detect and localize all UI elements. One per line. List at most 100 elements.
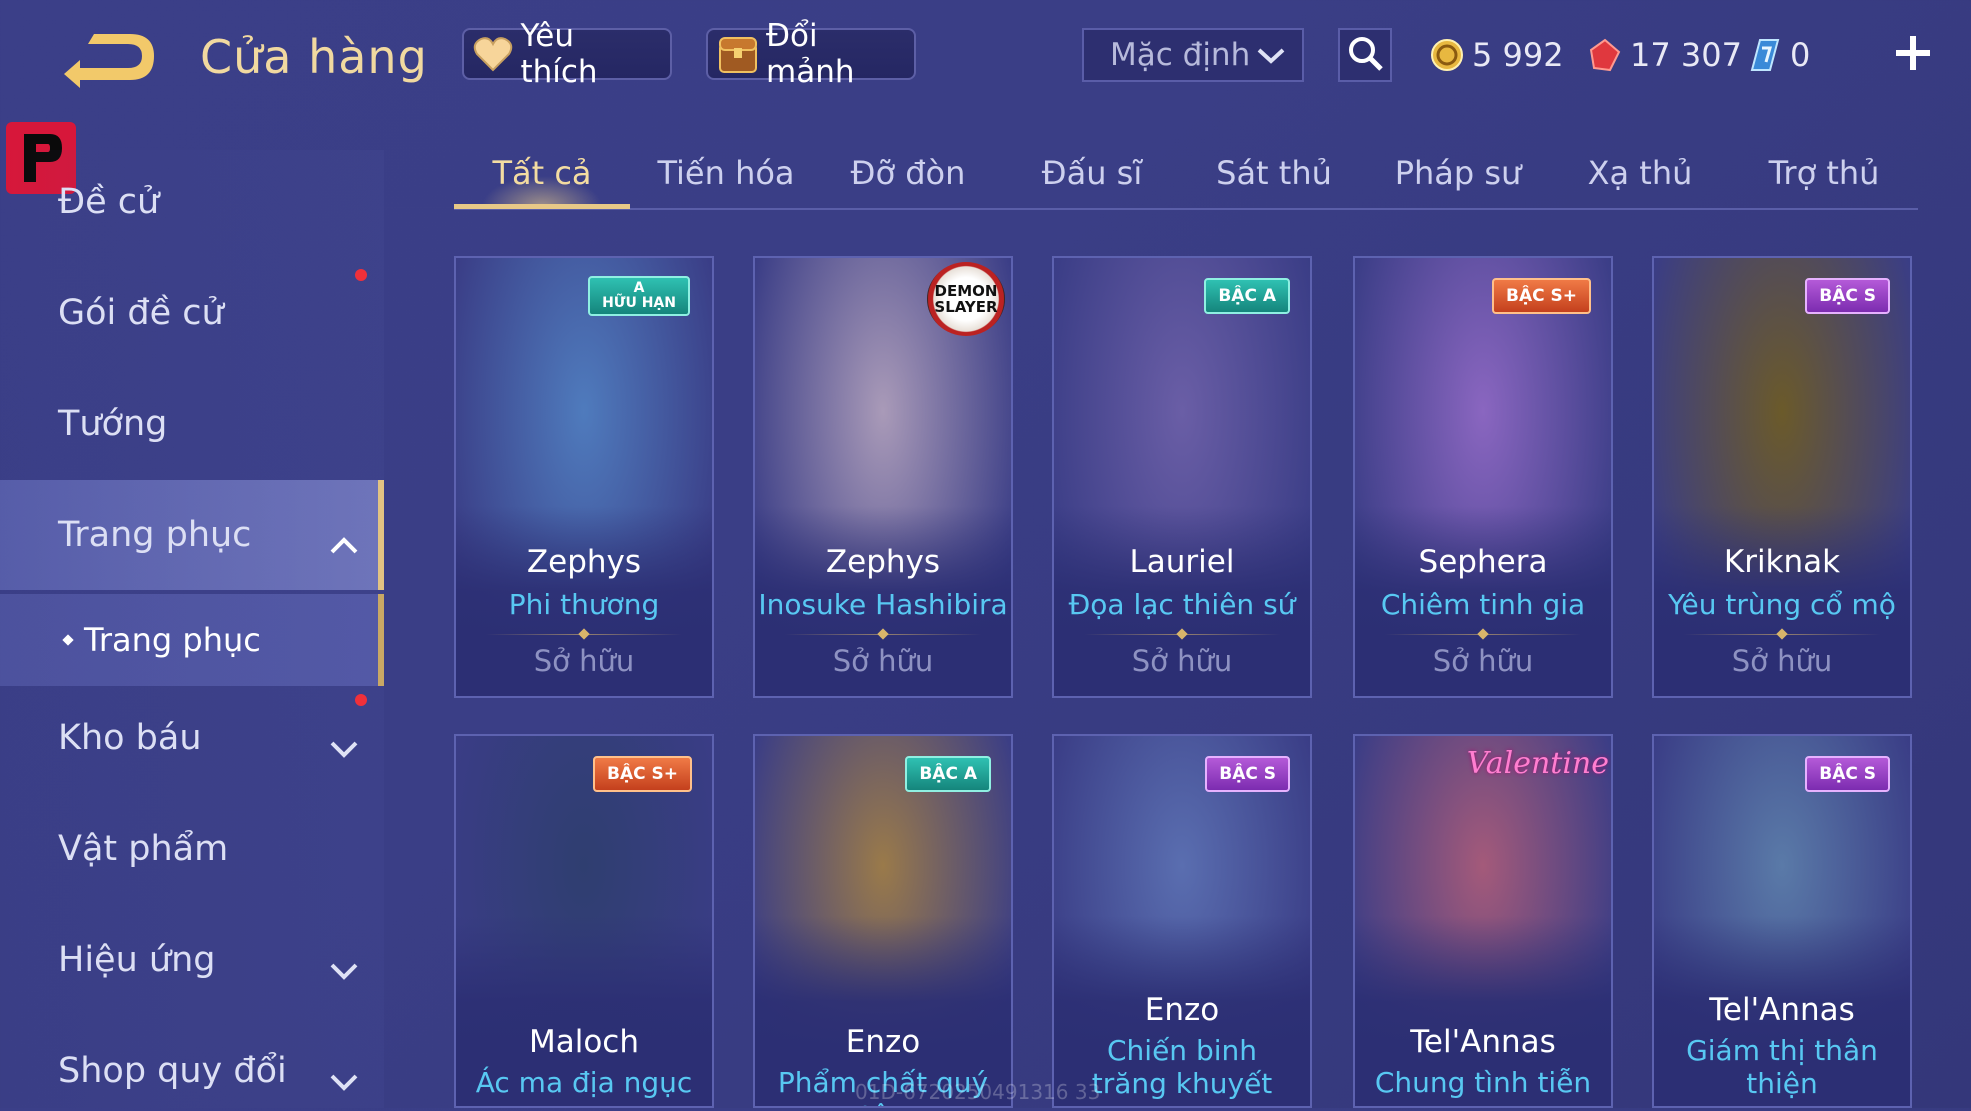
hero-name: Tel'Annas <box>1709 992 1855 1028</box>
rank-badge: BẬC S+ <box>593 756 692 792</box>
skin-card[interactable]: Valentine Tel'Annas Chung tình tiễn <box>1353 734 1613 1108</box>
sidebar-item-label: Vật phẩm <box>58 829 229 869</box>
rank-badge: BẬC S <box>1205 756 1290 792</box>
chevron-down-icon <box>330 950 358 980</box>
sidebar-item-label: Trang phục <box>58 515 252 555</box>
red-gem-icon <box>1588 38 1622 72</box>
skin-name: Ác ma địa ngục <box>475 1066 693 1099</box>
skin-name: Phi thương <box>508 588 660 621</box>
hero-name: Zephys <box>526 544 642 580</box>
valentine-logo: Valentine <box>1466 746 1609 781</box>
sidebar-item-label: Đề cử <box>58 182 160 222</box>
skin-card[interactable]: A HỮU HẠN Zephys Phi thương Sở hữu <box>454 256 714 698</box>
watermark: 01D-6720250491316 33 <box>855 1080 1101 1104</box>
skin-card[interactable]: BẬC S Kriknak Yêu trùng cổ mộ Sở hữu <box>1652 256 1912 698</box>
rank-badge: BẬC A <box>1204 278 1290 314</box>
chest-icon <box>716 32 760 76</box>
tab-warrior[interactable]: Đấu sĩ <box>1004 140 1180 206</box>
tab-assassin[interactable]: Sát thủ <box>1186 140 1362 206</box>
tab-evolution[interactable]: Tiến hóa <box>638 140 814 206</box>
skin-card[interactable]: BẬC S Tel'Annas Giám thị thân thiện <box>1652 734 1912 1108</box>
chevron-down-icon <box>330 728 358 758</box>
skin-name: Đọa lạc thiên sứ <box>1068 588 1296 621</box>
sidebar-item-skins[interactable]: Trang phục <box>0 480 384 590</box>
tab-label: Đỡ đòn <box>850 154 966 192</box>
top-bar: Cửa hàng Yêu thích Đổi mảnh Mặc định 5 9… <box>0 0 1971 112</box>
sidebar-item-label: Shop quy đổi <box>58 1051 287 1091</box>
owned-status: Sở hữu <box>1432 644 1534 678</box>
heart-icon <box>472 32 514 76</box>
hero-name: Lauriel <box>1129 544 1235 580</box>
skin-name: Inosuke Hashibira <box>758 588 1008 621</box>
tab-glow <box>482 176 602 206</box>
sidebar-item-items[interactable]: Vật phẩm <box>0 809 384 889</box>
sidebar-item-featured[interactable]: Đề cử <box>0 162 384 242</box>
skin-card[interactable]: BẬC A Lauriel Đọa lạc thiên sứ Sở hữu <box>1052 256 1312 698</box>
hero-name: Tel'Annas <box>1410 1024 1556 1060</box>
skin-name: Giám thị thân thiện <box>1686 1034 1878 1100</box>
notification-dot <box>355 269 367 281</box>
voucher-amount: 17 307 <box>1630 36 1742 74</box>
gold-coin-icon <box>1430 38 1464 72</box>
voucher-currency: 17 307 <box>1588 28 1742 82</box>
rank-badge: BẬC S <box>1805 756 1890 792</box>
skin-card[interactable]: DEMON SLAYER Zephys Inosuke Hashibira Sở… <box>753 256 1013 698</box>
chevron-up-icon <box>330 525 358 554</box>
skin-card[interactable]: BẬC S Enzo Chiến binh trăng khuyết <box>1052 734 1312 1108</box>
back-arrow-icon[interactable] <box>58 30 158 90</box>
sidebar-item-effects[interactable]: Hiệu ứng <box>0 920 384 1000</box>
blue-crystal-icon <box>1748 38 1782 72</box>
sidebar-item-label: Kho báu <box>58 718 202 758</box>
favorites-label: Yêu thích <box>520 18 598 90</box>
hero-name: Zephys <box>825 544 941 580</box>
skin-card[interactable]: BẬC S+ Sephera Chiêm tinh gia Sở hữu <box>1353 256 1613 698</box>
tab-label: Xạ thủ <box>1587 154 1693 192</box>
tab-tank[interactable]: Đỡ đòn <box>820 140 996 206</box>
gold-currency: 5 992 <box>1430 28 1564 82</box>
role-tabs: Tất cả Tiến hóa Đỡ đòn Đấu sĩ Sát thủ Ph… <box>454 140 1918 210</box>
skin-card[interactable]: BẬC S+ Maloch Ác ma địa ngục <box>454 734 714 1108</box>
plus-icon[interactable] <box>1890 30 1936 76</box>
page-title: Cửa hàng <box>200 30 428 84</box>
sidebar-item-label: Hiệu ứng <box>58 940 216 980</box>
owned-status: Sở hữu <box>1731 644 1833 678</box>
sort-value: Mặc định <box>1110 37 1251 73</box>
tab-marksman[interactable]: Xạ thủ <box>1552 140 1728 206</box>
sidebar-item-label: Gói đề cử <box>58 293 224 333</box>
sidebar-item-label: Tướng <box>58 404 168 444</box>
rank-badge: BẬC A <box>905 756 991 792</box>
quan-huy-currency: 0 <box>1748 28 1810 82</box>
sidebar-item-exchange-shop[interactable]: Shop quy đổi <box>0 1031 384 1111</box>
sidebar-subitem-skins[interactable]: Trang phục <box>0 594 384 686</box>
tab-mage[interactable]: Pháp sư <box>1370 140 1546 206</box>
owned-status: Sở hữu <box>1131 644 1233 678</box>
sidebar-item-heroes[interactable]: Tướng <box>0 384 384 464</box>
rank-badge: BẬC S <box>1805 278 1890 314</box>
favorites-button[interactable]: Yêu thích <box>462 18 672 90</box>
chevron-down-icon <box>330 1061 358 1091</box>
skin-card[interactable]: BẬC A Enzo Phẩm chất quý tộc <box>753 734 1013 1108</box>
sidebar-item-bundles[interactable]: Gói đề cử <box>0 273 384 353</box>
gold-amount: 5 992 <box>1472 36 1564 74</box>
tab-label: Trợ thủ <box>1768 154 1880 192</box>
rank-badge: A HỮU HẠN <box>588 276 690 316</box>
shard-exchange-button[interactable]: Đổi mảnh <box>706 18 916 90</box>
owned-status: Sở hữu <box>533 644 635 678</box>
tab-all[interactable]: Tất cả <box>454 140 630 209</box>
sidebar-item-treasure[interactable]: Kho báu <box>0 698 384 778</box>
hero-name: Enzo <box>1144 992 1220 1028</box>
quan-huy-amount: 0 <box>1790 36 1811 74</box>
chevron-down-icon <box>1256 37 1286 73</box>
tab-label: Tiến hóa <box>657 154 795 192</box>
shard-exchange-label: Đổi mảnh <box>766 18 855 90</box>
search-button[interactable] <box>1338 28 1392 82</box>
sidebar-subitem-label: Trang phục <box>84 621 261 659</box>
bullet-icon <box>62 634 74 646</box>
hero-name: Enzo <box>845 1024 921 1060</box>
sort-dropdown[interactable]: Mặc định <box>1082 28 1304 82</box>
hero-name: Maloch <box>528 1024 639 1060</box>
owned-status: Sở hữu <box>832 644 934 678</box>
tab-support[interactable]: Trợ thủ <box>1736 140 1912 206</box>
hero-name: Kriknak <box>1723 544 1841 580</box>
tab-underline <box>454 204 630 209</box>
